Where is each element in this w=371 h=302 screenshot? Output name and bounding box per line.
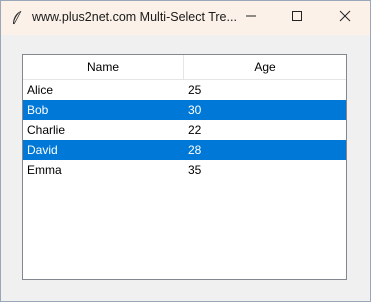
title-bar[interactable]: www.plus2net.com Multi-Select Tre...	[1, 1, 370, 35]
maximize-button[interactable]	[274, 1, 320, 35]
close-button[interactable]	[322, 1, 368, 35]
close-icon	[339, 9, 351, 27]
row-age-cell: 30	[188, 103, 202, 117]
row-name-cell: Emma	[27, 163, 62, 177]
row-name-cell: Alice	[27, 83, 54, 97]
tree-row[interactable]: Alice 25	[23, 80, 346, 100]
row-age-cell: 28	[188, 143, 202, 157]
row-name-cell: Bob	[27, 103, 49, 117]
app-window: www.plus2net.com Multi-Select Tre... Nam…	[0, 0, 371, 302]
row-name-cell: Charlie	[27, 123, 66, 137]
tree-row[interactable]: Emma 35	[23, 160, 346, 180]
tree-header: Name Age	[23, 55, 346, 80]
feather-icon	[10, 10, 24, 26]
minimize-button[interactable]	[228, 1, 274, 35]
minimize-icon	[245, 9, 257, 27]
treeview[interactable]: Name Age Alice 25 Bob 30 Charlie 22 Davi…	[22, 54, 347, 280]
row-name-cell: David	[27, 143, 58, 157]
window-title: www.plus2net.com Multi-Select Tre...	[32, 10, 237, 24]
maximize-icon	[291, 9, 303, 27]
tree-rows: Alice 25 Bob 30 Charlie 22 David 28 Emma…	[23, 80, 346, 180]
tree-row[interactable]: Charlie 22	[23, 120, 346, 140]
row-age-cell: 35	[188, 163, 202, 177]
row-age-cell: 22	[188, 123, 202, 137]
column-header-name[interactable]: Name	[23, 55, 184, 79]
tree-row[interactable]: Bob 30	[23, 100, 346, 120]
tree-row[interactable]: David 28	[23, 140, 346, 160]
column-header-age[interactable]: Age	[184, 55, 346, 79]
row-age-cell: 25	[188, 83, 202, 97]
